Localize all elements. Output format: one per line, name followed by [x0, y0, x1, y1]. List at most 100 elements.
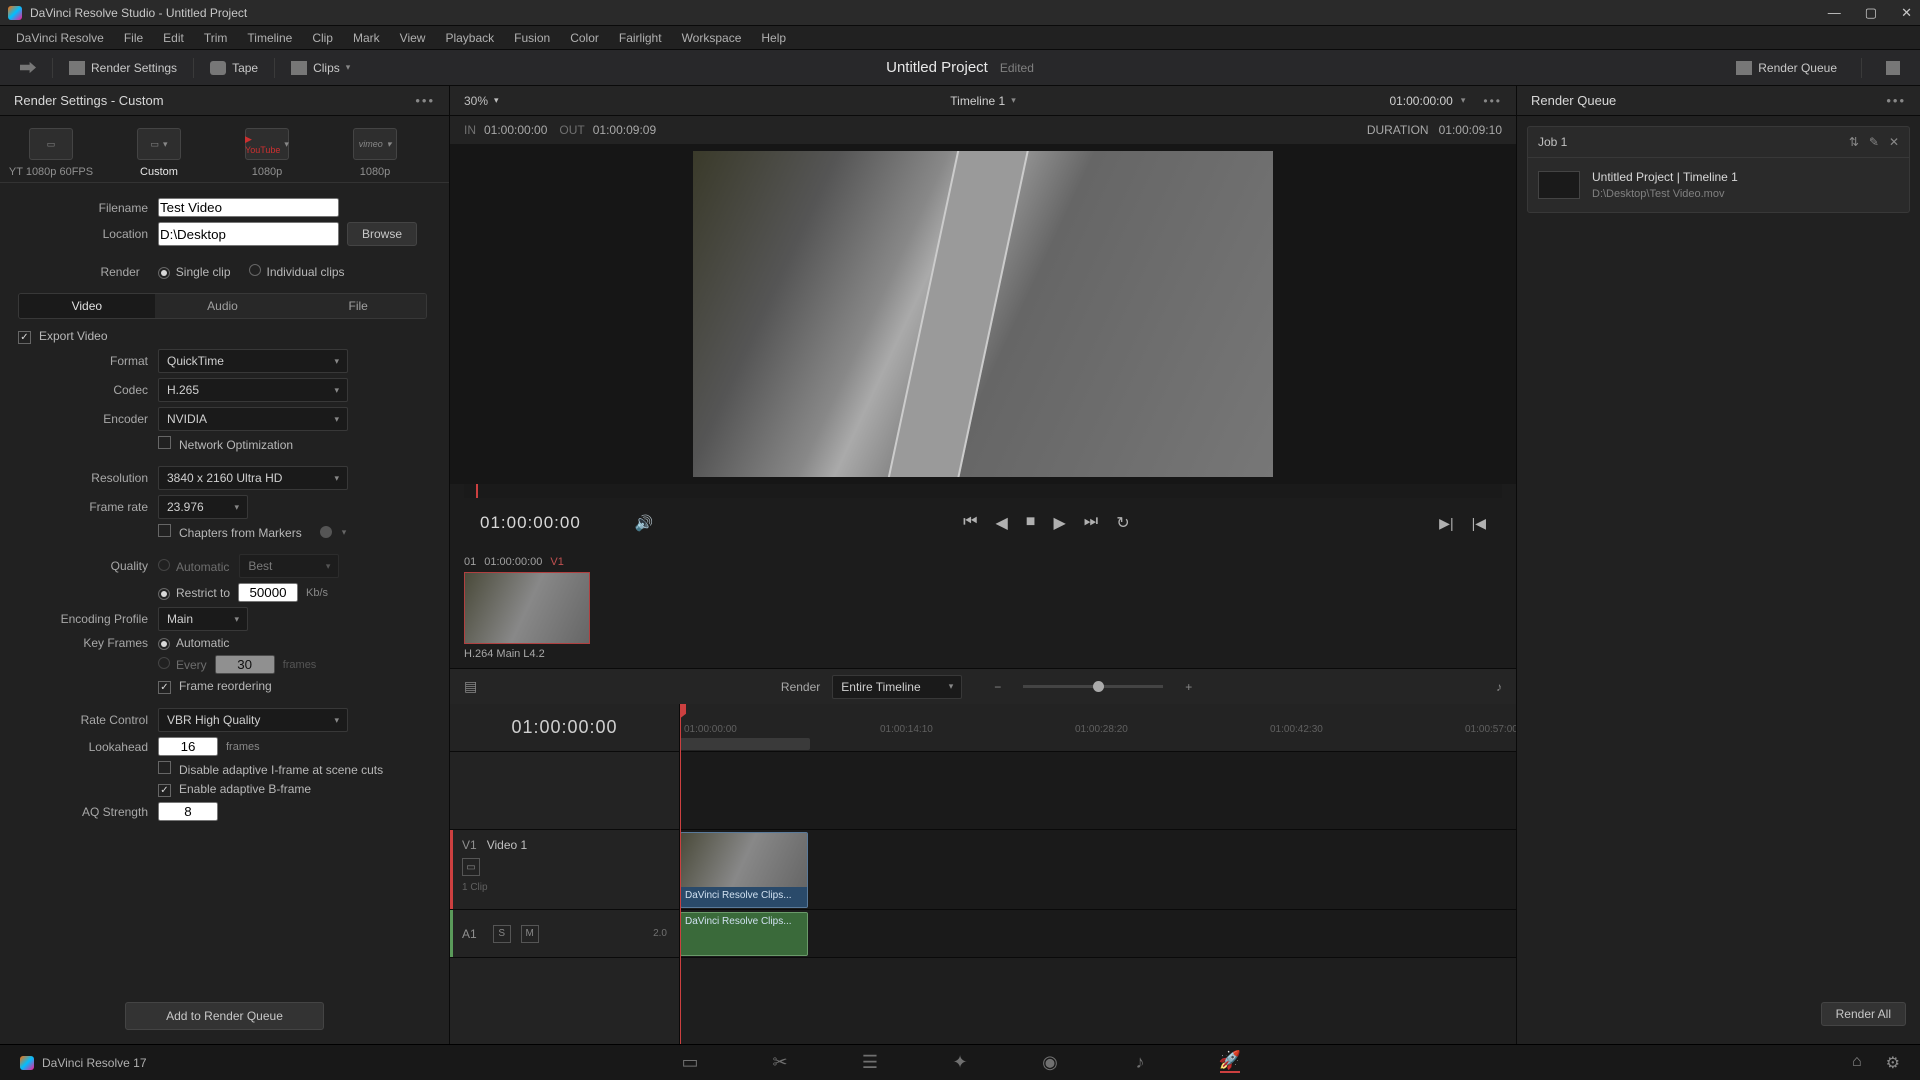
render-scope-select[interactable]: Entire Timeline▾	[832, 675, 962, 699]
prev-frame-icon[interactable]: ◀	[995, 513, 1007, 533]
tab-audio[interactable]: Audio	[155, 294, 291, 318]
video-clip[interactable]: DaVinci Resolve Clips...	[680, 832, 808, 908]
maximize-icon[interactable]: ▢	[1865, 5, 1877, 21]
job-edit-icon[interactable]: ✎	[1869, 135, 1879, 149]
audio-track[interactable]: DaVinci Resolve Clips...	[680, 910, 1516, 958]
tape-button[interactable]: Tape	[200, 57, 268, 79]
menu-edit[interactable]: Edit	[155, 29, 192, 47]
menu-davinci[interactable]: DaVinci Resolve	[8, 29, 112, 47]
last-frame-icon[interactable]: ⏭	[1084, 513, 1098, 533]
loop-icon[interactable]: ↻	[1116, 513, 1129, 533]
job-remote-icon[interactable]: ⇅	[1849, 135, 1859, 149]
next-clip-icon[interactable]: ▶|	[1439, 515, 1453, 532]
restrict-radio[interactable]: Restrict to	[158, 586, 230, 600]
preset-custom[interactable]: ▭▾Custom	[116, 128, 202, 178]
viewer[interactable]	[450, 144, 1516, 484]
kbps-field[interactable]	[238, 583, 298, 602]
first-frame-icon[interactable]: ⏮	[963, 513, 977, 533]
render-range[interactable]	[680, 738, 810, 750]
menu-fusion[interactable]: Fusion	[506, 29, 558, 47]
lookahead-field[interactable]	[158, 737, 218, 756]
resolution-select[interactable]: 3840 x 2160 Ultra HD▾	[158, 466, 348, 490]
menu-view[interactable]: View	[392, 29, 434, 47]
page-cut[interactable]: ✂	[770, 1053, 790, 1073]
timeline-name[interactable]: Timeline 1	[950, 94, 1005, 108]
encprofile-select[interactable]: Main▾	[158, 607, 248, 631]
zoom-slider[interactable]	[1023, 685, 1163, 688]
prev-clip-icon[interactable]: |◀	[1472, 515, 1486, 532]
encoder-select[interactable]: NVIDIA▾	[158, 407, 348, 431]
menu-mark[interactable]: Mark	[345, 29, 388, 47]
page-color[interactable]: ◉	[1040, 1053, 1060, 1073]
quality-auto-radio[interactable]: Automatic	[158, 559, 229, 574]
menu-color[interactable]: Color	[562, 29, 607, 47]
zoom-out-icon[interactable]: −	[994, 680, 1001, 694]
render-queue-button[interactable]: Render Queue	[1726, 57, 1847, 79]
video-enable-icon[interactable]: ▭	[462, 858, 480, 876]
page-edit[interactable]: ☰	[860, 1053, 880, 1073]
menu-fairlight[interactable]: Fairlight	[611, 29, 670, 47]
menu-clip[interactable]: Clip	[304, 29, 341, 47]
page-deliver[interactable]: 🚀	[1220, 1053, 1240, 1073]
play-icon[interactable]: ▶	[1053, 513, 1065, 533]
filename-field[interactable]	[158, 198, 339, 217]
preset-yt1080p60[interactable]: ▭YT 1080p 60FPS	[8, 128, 94, 178]
home-icon[interactable]: ⌂	[1852, 1053, 1862, 1073]
zoom-in-icon[interactable]: +	[1185, 680, 1192, 694]
render-settings-button[interactable]: Render Settings	[59, 57, 187, 79]
render-job[interactable]: Job 1 ⇅ ✎ ✕ Untitled Project | Timeline …	[1527, 126, 1910, 213]
single-clip-radio[interactable]: Single clip	[158, 265, 231, 279]
disable-iframe-check[interactable]: Disable adaptive I-frame at scene cuts	[158, 761, 383, 777]
individual-clips-radio[interactable]: Individual clips	[249, 264, 345, 279]
menu-help[interactable]: Help	[753, 29, 794, 47]
tab-file[interactable]: File	[290, 294, 426, 318]
solo-button[interactable]: S	[493, 925, 511, 943]
format-select[interactable]: QuickTime▾	[158, 349, 348, 373]
quick-export-button[interactable]	[10, 57, 46, 79]
chapter-color-icon[interactable]	[320, 526, 332, 538]
codec-select[interactable]: H.265▾	[158, 378, 348, 402]
ratecontrol-select[interactable]: VBR High Quality▾	[158, 708, 348, 732]
zoom-select[interactable]: 30%▾	[464, 94, 499, 108]
menu-playback[interactable]: Playback	[437, 29, 502, 47]
audio-meter-icon[interactable]: ♪	[1496, 680, 1502, 694]
export-video-check[interactable]: Export Video	[18, 329, 108, 344]
stop-icon[interactable]: ■	[1026, 513, 1036, 533]
preset-twitter[interactable]: 🐦1080p	[440, 128, 449, 178]
aq-field[interactable]	[158, 802, 218, 821]
settings-icon[interactable]: ⚙	[1886, 1053, 1900, 1073]
viewer-timecode[interactable]: 01:00:00:00	[1389, 94, 1452, 108]
minimize-icon[interactable]: —	[1828, 5, 1841, 21]
framerate-select[interactable]: 23.976▾	[158, 495, 248, 519]
job-delete-icon[interactable]: ✕	[1889, 135, 1899, 149]
panel-menu-icon[interactable]: •••	[1886, 93, 1906, 108]
browse-button[interactable]: Browse	[347, 222, 417, 246]
playhead-icon[interactable]	[476, 484, 478, 498]
keyframe-auto-radio[interactable]: Automatic	[158, 636, 229, 650]
page-fairlight[interactable]: ♪	[1130, 1053, 1150, 1073]
panel-menu-icon[interactable]: •••	[415, 93, 435, 108]
netopt-check[interactable]: Network Optimization	[158, 436, 293, 452]
menu-trim[interactable]: Trim	[196, 29, 236, 47]
timeline-view-icon[interactable]: ▤	[464, 678, 477, 695]
timeline-playhead[interactable]	[680, 704, 681, 1044]
scrub-bar[interactable]	[464, 484, 1502, 498]
menu-file[interactable]: File	[116, 29, 151, 47]
menu-workspace[interactable]: Workspace	[674, 29, 750, 47]
menu-timeline[interactable]: Timeline	[239, 29, 300, 47]
timeline-ruler[interactable]: 01:00:00:00 01:00:14:10 01:00:28:20 01:0…	[680, 704, 1516, 752]
expand-button[interactable]	[1876, 57, 1910, 79]
volume-icon[interactable]: 🔊	[635, 514, 654, 532]
close-icon[interactable]: ✕	[1901, 5, 1912, 21]
page-media[interactable]: ▭	[680, 1053, 700, 1073]
add-to-queue-button[interactable]: Add to Render Queue	[125, 1002, 324, 1030]
mute-button[interactable]: M	[521, 925, 539, 943]
chapters-check[interactable]: Chapters from Markers	[158, 524, 302, 540]
video-track[interactable]: DaVinci Resolve Clips...	[680, 830, 1516, 910]
location-field[interactable]	[158, 222, 339, 246]
audio-clip[interactable]: DaVinci Resolve Clips...	[680, 912, 808, 956]
page-fusion[interactable]: ✦	[950, 1053, 970, 1073]
render-all-button[interactable]: Render All	[1821, 1002, 1906, 1026]
reorder-check[interactable]: Frame reordering	[158, 679, 272, 694]
viewer-menu-icon[interactable]: •••	[1483, 94, 1502, 108]
